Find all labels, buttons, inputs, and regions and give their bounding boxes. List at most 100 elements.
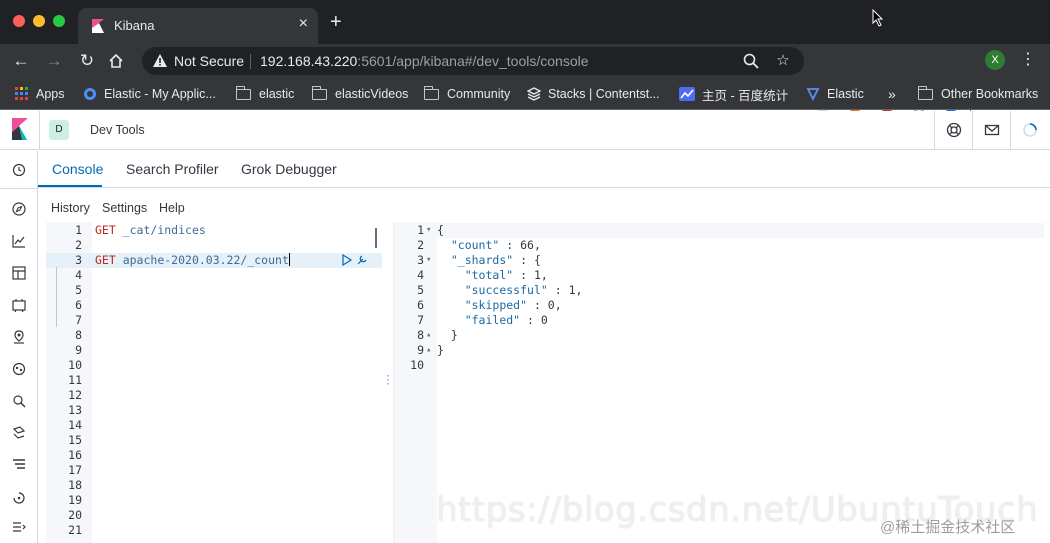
canvas-icon[interactable] <box>11 297 27 313</box>
fold-toggle-icon[interactable]: ▴ <box>426 343 431 358</box>
profile-avatar[interactable]: X <box>985 50 1005 70</box>
request-options-wrench-icon[interactable] <box>356 254 368 266</box>
browser-menu-icon[interactable]: ⋮ <box>1020 49 1036 69</box>
url-text[interactable]: 192.168.43.220:5601/app/kibana#/dev_tool… <box>260 53 589 69</box>
address-bar[interactable]: Not Secure 192.168.43.220:5601/app/kiban… <box>142 47 804 75</box>
recently-viewed-clock-icon[interactable] <box>11 162 27 178</box>
json-punct <box>437 313 465 327</box>
forward-arrow-icon[interactable]: → <box>43 50 65 72</box>
home-icon[interactable] <box>108 53 124 69</box>
bookmark-elastic-my-applications[interactable]: Elastic - My Applic... <box>83 85 216 103</box>
stack-icon <box>527 87 541 101</box>
bookmark-apps[interactable]: Apps <box>15 85 65 103</box>
editor-line[interactable]: 11 <box>46 373 382 388</box>
bookmark-baidu-tongji[interactable]: 主页 - 百度统计 <box>679 85 788 103</box>
bookmark-folder-community[interactable]: Community <box>423 85 510 103</box>
request-editor[interactable]: 1 GET _cat/indices 2 3 GET apache-2020.03.22… <box>46 222 382 543</box>
output-line: 4 "total" : 1, <box>394 268 1044 283</box>
bookmark-folder-elasticvideos[interactable]: elasticVideos <box>311 85 408 103</box>
json-key: "total" <box>464 268 514 282</box>
bookmark-elastic[interactable]: Elastic <box>806 85 864 103</box>
editor-line[interactable]: 6 <box>46 298 382 313</box>
bookmark-label: 主页 - 百度统计 <box>702 88 789 103</box>
resize-handle-icon[interactable]: · · · <box>386 369 390 389</box>
editor-line[interactable]: 21 <box>46 523 382 538</box>
editor-line[interactable]: 13 <box>46 403 382 418</box>
editor-line[interactable]: 5 <box>46 283 382 298</box>
json-punct: : 0, <box>527 298 562 312</box>
editor-line[interactable]: 12 <box>46 388 382 403</box>
json-key: "count" <box>450 238 500 252</box>
editor-line[interactable]: 17 <box>46 463 382 478</box>
text-caret <box>288 253 290 266</box>
newsfeed-mail-icon[interactable] <box>983 121 1001 139</box>
bookmark-label: Apps <box>36 87 65 101</box>
line-number: 1 <box>75 223 82 237</box>
help-lifebuoy-icon[interactable] <box>945 121 963 139</box>
fold-toggle-icon[interactable]: ▾ <box>426 223 431 238</box>
apm-icon[interactable] <box>11 457 27 473</box>
editor-line[interactable]: 10 <box>46 358 382 373</box>
bookmark-folder-elastic[interactable]: elastic <box>235 85 294 103</box>
editor-line[interactable]: 14 <box>46 418 382 433</box>
back-arrow-icon[interactable]: ← <box>10 50 32 72</box>
json-punct <box>437 238 451 252</box>
editor-line[interactable]: 2 <box>46 238 382 253</box>
editor-line[interactable]: 15 <box>46 433 382 448</box>
send-request-play-icon[interactable] <box>341 254 353 266</box>
editor-line[interactable]: 20 <box>46 508 382 523</box>
output-line: 8 ▴ } <box>394 328 1044 343</box>
editor-line[interactable]: 18 <box>46 478 382 493</box>
space-avatar[interactable]: D <box>49 120 69 140</box>
security-status[interactable]: Not Secure <box>174 53 244 69</box>
editor-line[interactable]: 16 <box>46 448 382 463</box>
reload-icon[interactable]: ↻ <box>76 50 98 72</box>
bookmark-label: Stacks | Contentst... <box>548 87 660 101</box>
json-key: "skipped" <box>464 298 528 312</box>
collapse-nav-icon[interactable] <box>11 519 27 535</box>
bookmarks-overflow-button[interactable]: » <box>888 85 896 103</box>
tab-console[interactable]: Console <box>52 161 103 177</box>
bookmark-stacks-contentstack[interactable]: Stacks | Contentst... <box>527 85 660 103</box>
editor-line[interactable]: 19 <box>46 493 382 508</box>
line-number: 21 <box>68 523 82 537</box>
editor-line[interactable]: 3 GET apache-2020.03.22/_count <box>46 253 382 268</box>
bookmark-star-icon[interactable]: ☆ <box>774 52 792 70</box>
dashboard-icon[interactable] <box>11 265 27 281</box>
editor-line[interactable]: 9 <box>46 343 382 358</box>
output-code: "failed" : 0 <box>437 313 548 328</box>
tab-grok-debugger[interactable]: Grok Debugger <box>241 161 337 177</box>
maps-icon[interactable] <box>11 329 27 345</box>
json-punct: : 0 <box>520 313 548 327</box>
line-number: 17 <box>68 463 82 477</box>
history-link[interactable]: History <box>51 201 90 215</box>
discover-compass-icon[interactable] <box>11 201 27 217</box>
settings-link[interactable]: Settings <box>102 201 147 215</box>
editor-line[interactable]: 8 <box>46 328 382 343</box>
machine-learning-icon[interactable] <box>11 361 27 377</box>
maximize-window-button[interactable] <box>53 15 65 27</box>
logs-icon[interactable] <box>11 425 27 441</box>
editor-line[interactable]: 1 GET _cat/indices <box>46 223 382 238</box>
browser-tab-kibana[interactable]: Kibana × <box>78 8 318 44</box>
tab-close-icon[interactable]: × <box>299 15 308 33</box>
tab-search-profiler[interactable]: Search Profiler <box>126 161 219 177</box>
folder-icon <box>917 85 933 100</box>
header-divider <box>39 111 40 149</box>
close-window-button[interactable] <box>13 15 25 27</box>
search-icon[interactable] <box>742 52 760 70</box>
uptime-icon[interactable] <box>11 489 27 505</box>
minimize-window-button[interactable] <box>33 15 45 27</box>
new-tab-button[interactable]: + <box>330 12 342 32</box>
editor-line[interactable]: 7 <box>46 313 382 328</box>
editor-line[interactable]: 4 <box>46 268 382 283</box>
fold-toggle-icon[interactable]: ▴ <box>426 328 431 343</box>
folder-icon <box>423 85 439 100</box>
bookmark-other-bookmarks[interactable]: Other Bookmarks <box>917 85 1038 103</box>
kibana-logo-icon[interactable] <box>10 118 30 140</box>
infrastructure-icon[interactable] <box>11 393 27 409</box>
help-link[interactable]: Help <box>159 201 185 215</box>
editor-scrollbar[interactable] <box>375 228 377 248</box>
visualize-chart-icon[interactable] <box>11 233 27 249</box>
fold-toggle-icon[interactable]: ▾ <box>426 253 431 268</box>
